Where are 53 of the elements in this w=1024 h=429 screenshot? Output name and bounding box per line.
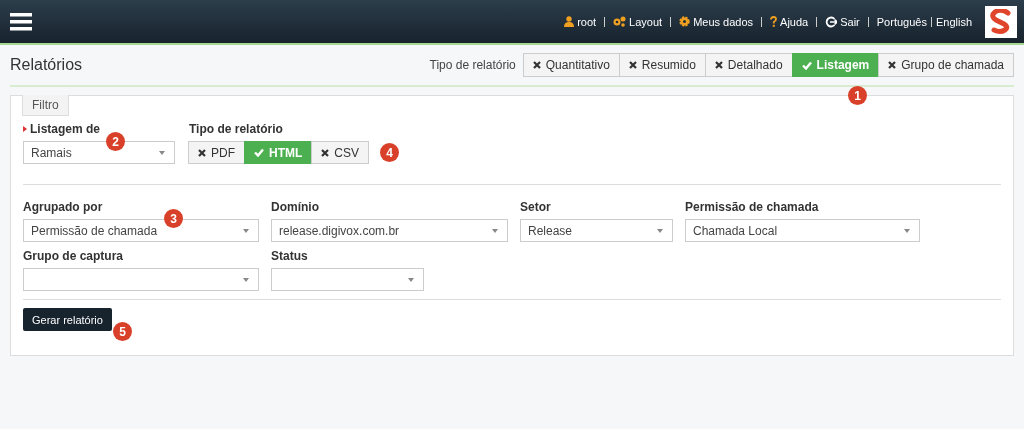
gear-icon (679, 16, 691, 27)
gears-icon (613, 16, 627, 27)
nav-link[interactable]: Ajuda (770, 15, 809, 28)
caret-icon (159, 150, 165, 155)
language-link[interactable]: Português (876, 15, 927, 28)
nav-link[interactable]: root (564, 15, 597, 28)
field-label: Listagem de (30, 122, 101, 136)
close-icon (198, 148, 206, 157)
report-type-button[interactable]: Quantitativo (522, 53, 620, 77)
check-icon (254, 148, 264, 157)
nav-link[interactable]: Meus dados (679, 15, 754, 28)
field-label: Tipo de relatório (189, 122, 284, 136)
user-icon (564, 16, 575, 27)
close-icon (628, 61, 637, 69)
close-icon (714, 61, 723, 69)
caret-icon (657, 228, 663, 233)
close-icon (321, 148, 330, 157)
page-title: Relatórios (10, 56, 83, 74)
field-label: Agrupado por (23, 200, 104, 214)
generate-report-button[interactable]: Gerar relatório (23, 308, 112, 331)
logo-icon (985, 5, 1017, 38)
language-link[interactable]: English (935, 15, 972, 28)
field-label: Domínio (271, 200, 320, 214)
field-label: Setor (520, 200, 552, 214)
nav-link[interactable]: Sair (825, 15, 860, 28)
caret-icon (243, 277, 249, 282)
close-icon (888, 61, 897, 69)
question-icon (770, 16, 778, 27)
logout-icon (825, 15, 838, 28)
close-icon (532, 61, 541, 69)
field-label: Permissão de chamada (685, 200, 820, 214)
caret-icon (492, 228, 498, 233)
menu-icon (10, 12, 32, 31)
format-button[interactable]: PDF (188, 141, 245, 164)
report-type-button[interactable]: Grupo de chamada (878, 53, 1014, 77)
select-field[interactable]: Release (520, 219, 673, 242)
select-field[interactable] (271, 268, 424, 291)
caret-icon (904, 228, 910, 233)
caret-icon (243, 228, 249, 233)
select-field[interactable]: release.digivox.com.br (271, 219, 508, 242)
required-marker-icon (23, 126, 27, 132)
field-label: Status (271, 249, 309, 263)
report-type-label: Tipo de relatório (429, 58, 516, 72)
format-button[interactable]: CSV (311, 141, 369, 164)
select-field[interactable]: Chamada Local (685, 219, 920, 242)
field-label: Grupo de captura (23, 249, 124, 263)
nav-link[interactable]: Layout (613, 15, 663, 28)
caret-icon (408, 277, 414, 282)
select-field[interactable] (23, 268, 259, 291)
check-icon (801, 60, 812, 70)
filter-tab[interactable]: Filtro (22, 95, 69, 116)
report-type-button[interactable]: Resumido (618, 53, 706, 77)
report-type-button[interactable]: Detalhado (704, 53, 793, 77)
